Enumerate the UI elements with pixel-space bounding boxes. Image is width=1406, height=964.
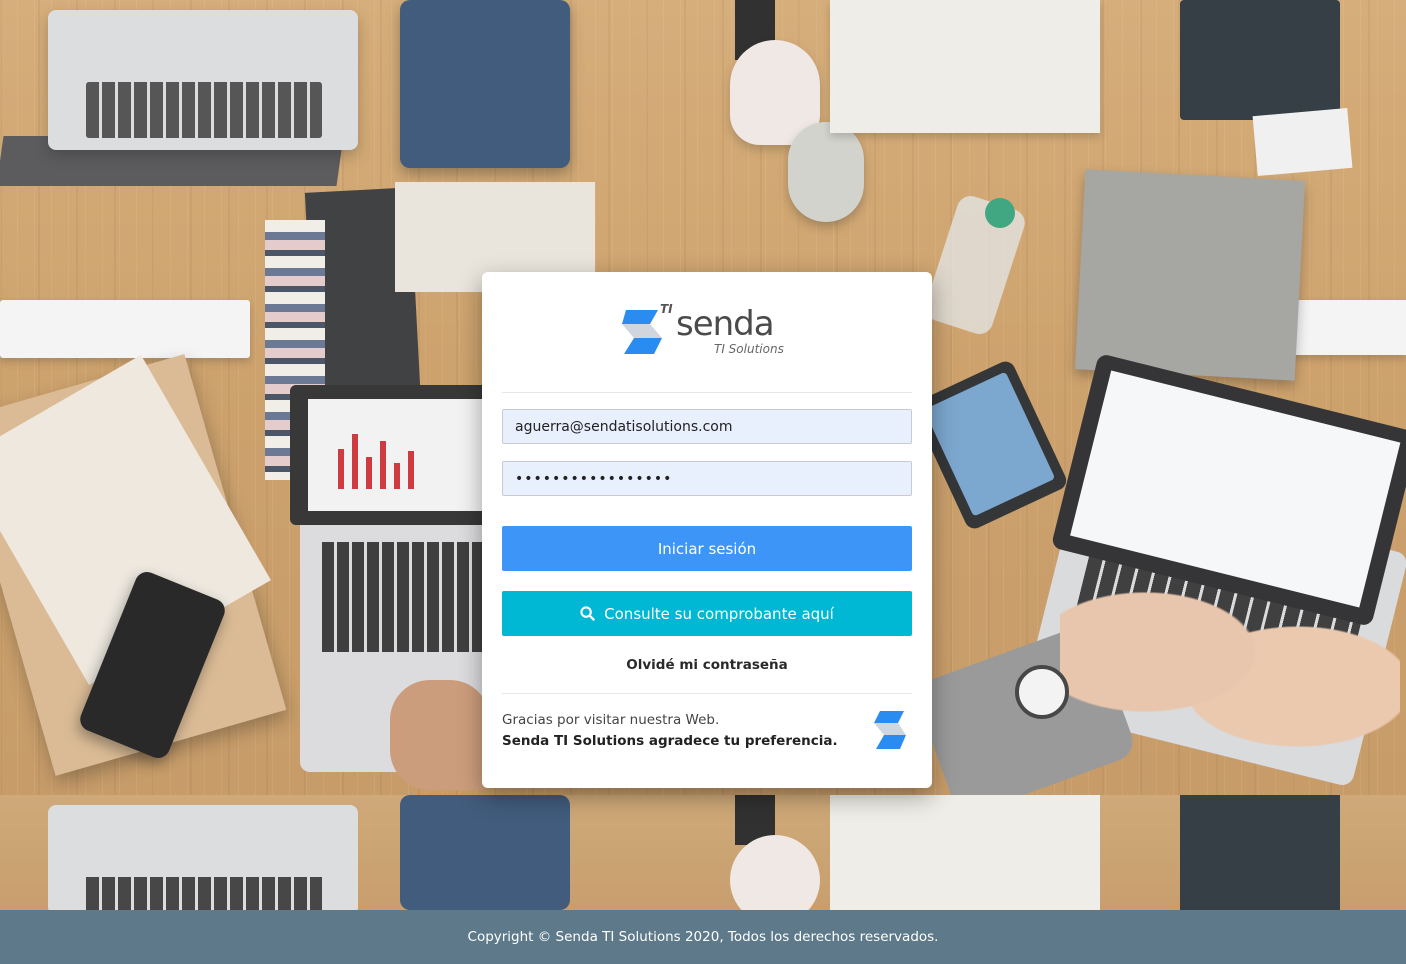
copyright-text: Copyright © Senda TI Solutions 2020, Tod… xyxy=(467,929,939,945)
divider-top xyxy=(502,392,912,393)
email-field[interactable] xyxy=(502,409,912,444)
logo-superscript: TI xyxy=(660,302,673,316)
logo-wordmark: senda xyxy=(676,304,775,344)
logo-subtitle: TI Solutions xyxy=(714,342,784,356)
thanks-message: Gracias por visitar nuestra Web. xyxy=(502,712,720,728)
login-card: TI senda TI Solutions Iniciar sesión Con… xyxy=(482,272,932,788)
password-field[interactable] xyxy=(502,461,912,496)
login-button[interactable]: Iniciar sesión xyxy=(502,526,912,571)
thanks-preference-message: Senda TI Solutions agradece tu preferenc… xyxy=(502,733,838,749)
consult-button-label: Consulte su comprobante aquí xyxy=(604,604,834,623)
consult-receipt-button[interactable]: Consulte su comprobante aquí xyxy=(502,591,912,636)
forgot-password-link[interactable]: Olvidé mi contraseña xyxy=(502,656,912,674)
senda-mini-logo-icon xyxy=(874,711,906,749)
login-page: TI senda TI Solutions Iniciar sesión Con… xyxy=(0,0,1406,964)
senda-logo: TI senda TI Solutions xyxy=(618,302,798,362)
footer: Copyright © Senda TI Solutions 2020, Tod… xyxy=(0,910,1406,964)
search-icon xyxy=(580,606,595,621)
login-button-label: Iniciar sesión xyxy=(657,539,757,558)
divider-bottom xyxy=(502,693,912,694)
